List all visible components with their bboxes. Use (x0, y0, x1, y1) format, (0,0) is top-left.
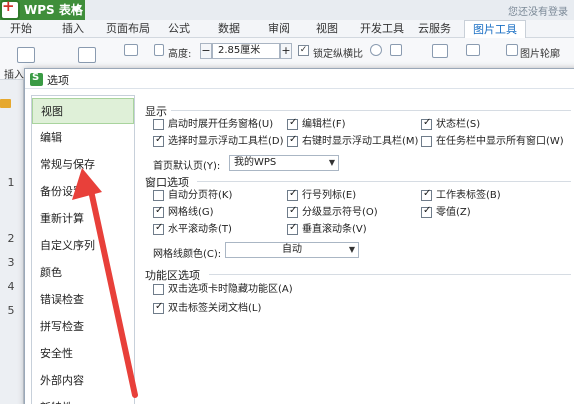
arrow-head (72, 168, 102, 200)
annotation-arrow (72, 168, 138, 398)
arrow-shaft (87, 183, 138, 398)
